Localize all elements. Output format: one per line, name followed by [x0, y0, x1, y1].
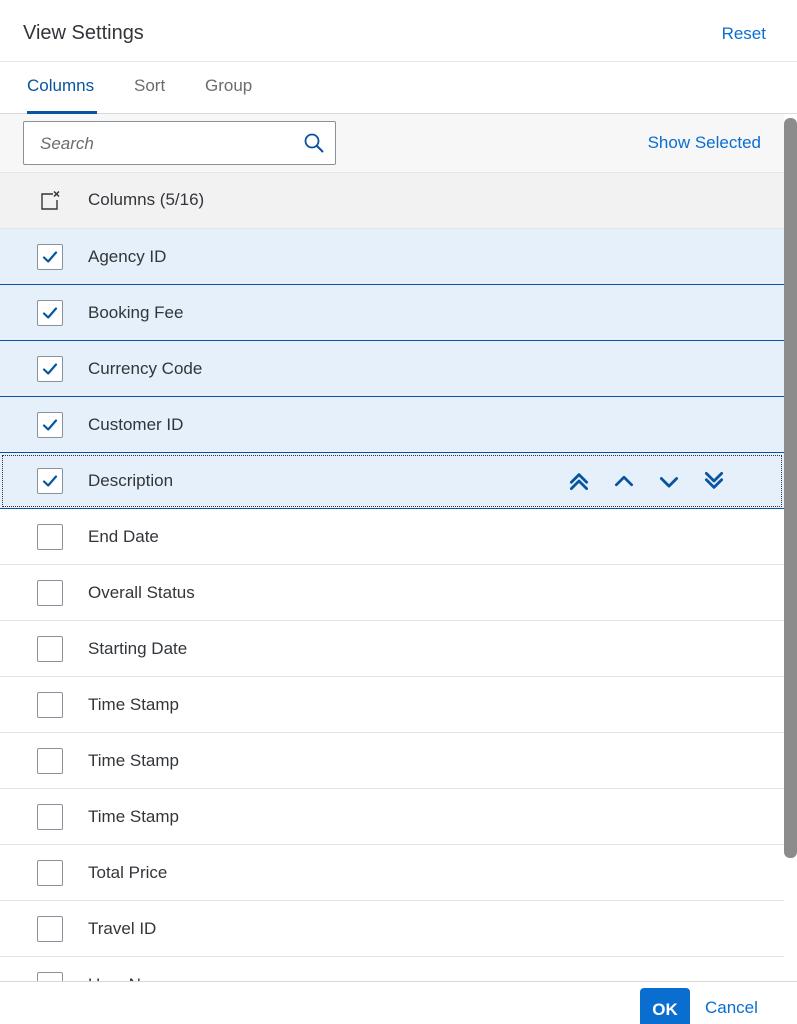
move-to-bottom-icon[interactable] — [700, 467, 728, 495]
column-row[interactable]: Time Stamp — [0, 677, 784, 733]
column-label: Description — [88, 471, 174, 490]
move-to-top-icon[interactable] — [565, 467, 593, 495]
column-row[interactable]: Currency Code — [0, 341, 784, 397]
view-settings-dialog: View Settings Reset Columns Sort Group S… — [0, 0, 797, 1024]
column-label: End Date — [88, 527, 159, 546]
column-label: Time Stamp — [88, 751, 180, 770]
column-checkbox[interactable] — [37, 692, 63, 718]
column-checkbox[interactable] — [37, 636, 63, 662]
column-checkbox[interactable] — [37, 860, 63, 886]
column-row[interactable]: Customer ID — [0, 397, 784, 453]
toolbar: Show Selected — [0, 114, 784, 172]
dialog-title: View Settings — [23, 22, 144, 44]
column-checkbox[interactable] — [37, 972, 63, 981]
column-label: Agency ID — [88, 247, 167, 266]
column-row[interactable]: End Date — [0, 509, 784, 565]
column-label: Overall Status — [88, 583, 195, 602]
scrollbar-thumb[interactable] — [784, 118, 797, 858]
column-checkbox[interactable] — [37, 748, 63, 774]
column-label: Booking Fee — [88, 303, 184, 322]
deselect-all-icon[interactable] — [38, 189, 62, 213]
dialog-header: View Settings Reset — [0, 0, 797, 62]
search-field[interactable] — [23, 121, 336, 165]
list-header: Columns (5/16) — [0, 172, 784, 229]
column-row[interactable]: Agency ID — [0, 229, 784, 285]
column-row[interactable]: Description — [0, 453, 784, 509]
search-input[interactable] — [38, 132, 292, 156]
column-label: Time Stamp — [88, 695, 180, 714]
columns-count-label: Columns (5/16) — [88, 190, 205, 209]
column-checkbox[interactable] — [37, 356, 63, 382]
tab-group[interactable]: Group — [205, 76, 252, 114]
column-checkbox[interactable] — [37, 916, 63, 942]
column-label: Time Stamp — [88, 807, 180, 826]
column-row[interactable]: Time Stamp — [0, 733, 784, 789]
checkmark-icon — [42, 475, 58, 487]
column-row[interactable]: Time Stamp — [0, 789, 784, 845]
move-down-icon[interactable] — [655, 467, 683, 495]
column-label: Currency Code — [88, 359, 203, 378]
tab-columns[interactable]: Columns — [27, 76, 97, 114]
column-row[interactable]: Travel ID — [0, 901, 784, 957]
column-checkbox[interactable] — [37, 580, 63, 606]
column-label: Customer ID — [88, 415, 184, 434]
show-selected-button[interactable]: Show Selected — [648, 133, 761, 153]
checkmark-icon — [42, 363, 58, 375]
checkmark-icon — [42, 419, 58, 431]
column-checkbox[interactable] — [37, 468, 63, 494]
column-row[interactable]: Booking Fee — [0, 285, 784, 341]
vertical-scrollbar[interactable] — [784, 114, 797, 981]
column-checkbox[interactable] — [37, 412, 63, 438]
column-list: Agency ID Booking Fee Currency Code Custome… — [0, 229, 784, 981]
checkmark-icon — [42, 307, 58, 319]
ok-button[interactable]: OK — [640, 988, 690, 1024]
column-checkbox[interactable] — [37, 300, 63, 326]
column-row[interactable]: Starting Date — [0, 621, 784, 677]
column-checkbox[interactable] — [37, 244, 63, 270]
column-row[interactable]: Total Price — [0, 845, 784, 901]
move-up-icon[interactable] — [610, 467, 638, 495]
column-row[interactable]: Overall Status — [0, 565, 784, 621]
checkmark-icon — [42, 251, 58, 263]
column-row[interactable]: User Name — [0, 957, 784, 981]
column-checkbox[interactable] — [37, 524, 63, 550]
column-label: Starting Date — [88, 639, 188, 658]
tab-sort[interactable]: Sort — [134, 76, 165, 114]
column-label: Travel ID — [88, 919, 157, 938]
dialog-footer: OK Cancel — [0, 981, 797, 1024]
column-checkbox[interactable] — [37, 804, 63, 830]
column-label: Total Price — [88, 863, 168, 882]
cancel-button[interactable]: Cancel — [705, 998, 758, 1018]
search-icon[interactable] — [303, 132, 325, 154]
tab-bar: Columns Sort Group — [0, 62, 797, 114]
reset-button[interactable]: Reset — [722, 24, 766, 44]
